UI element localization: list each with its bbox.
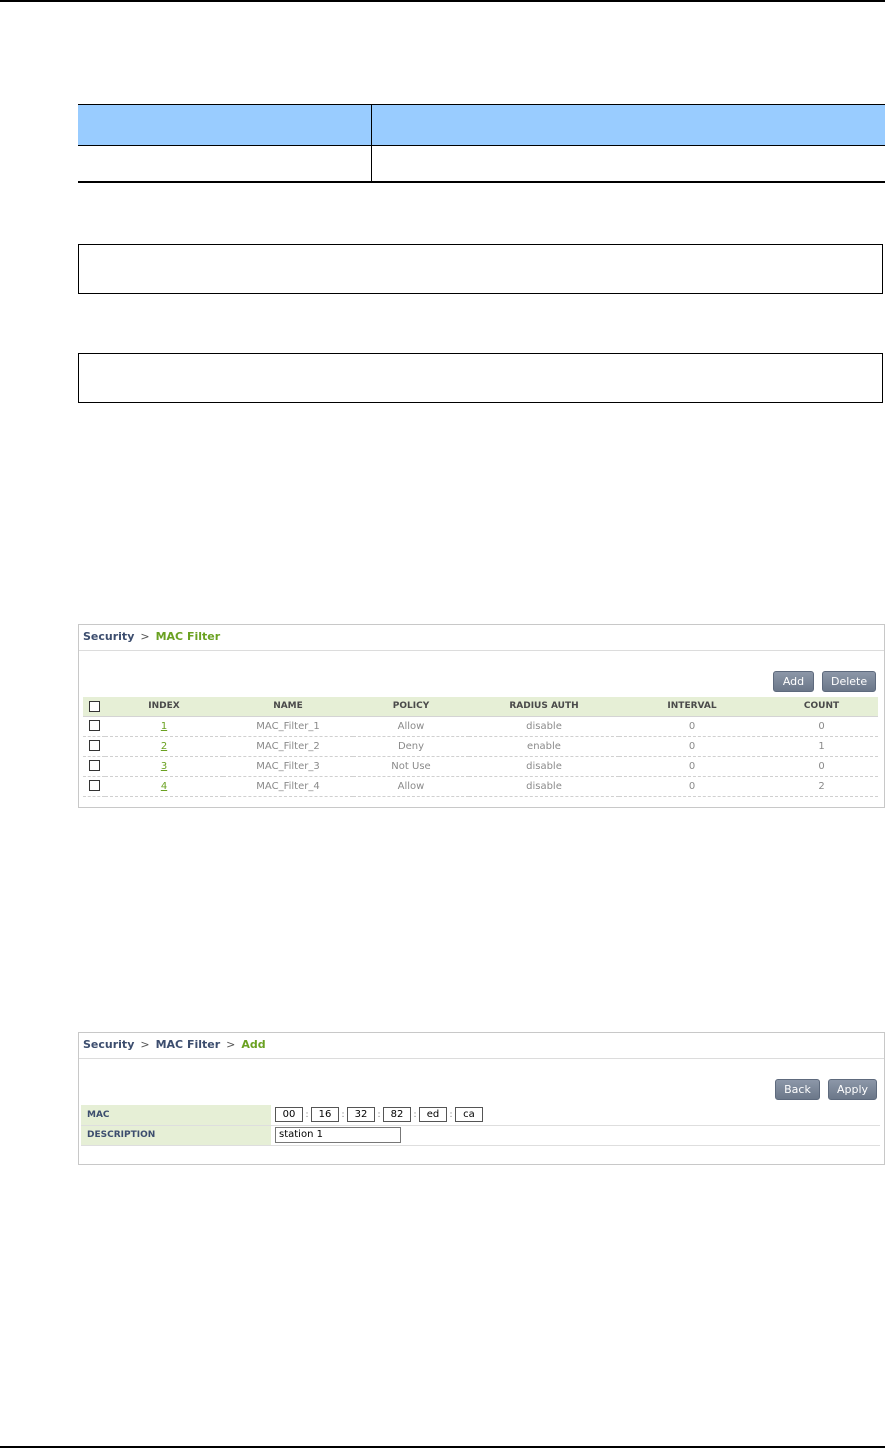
index-link[interactable]: 1 xyxy=(161,721,167,732)
select-all-checkbox[interactable] xyxy=(88,700,100,712)
mac-separator: : xyxy=(413,1109,417,1120)
mac-separator: : xyxy=(341,1109,345,1120)
name-cell: MAC_Filter_3 xyxy=(223,756,353,777)
note-box xyxy=(78,244,883,294)
description-cell: station 1 xyxy=(271,1125,880,1146)
column-header-name: NAME xyxy=(223,697,353,717)
index-link[interactable]: 3 xyxy=(161,761,167,772)
form-row-description: DESCRIPTION station 1 xyxy=(81,1125,880,1146)
breadcrumb-mac-filter[interactable]: MAC Filter xyxy=(156,1038,221,1051)
table-header-row: INDEX NAME POLICY RADIUS AUTH INTERVAL C… xyxy=(83,697,878,717)
document-table-row xyxy=(78,145,885,183)
apply-button[interactable]: Apply xyxy=(828,1079,877,1100)
mac-label: MAC xyxy=(81,1105,271,1126)
index-link[interactable]: 4 xyxy=(161,781,167,792)
bottom-rule xyxy=(0,1446,885,1448)
table-row: 2 MAC_Filter_2 Deny enable 0 1 xyxy=(83,736,878,757)
mac-inputs: 00:16:32:82: ed: ca xyxy=(271,1105,880,1126)
breadcrumb: Security > MAC Filter > Add xyxy=(79,1033,884,1059)
policy-cell: Allow xyxy=(353,776,469,797)
name-cell: MAC_Filter_2 xyxy=(223,736,353,757)
interval-cell: 0 xyxy=(619,756,765,777)
radius-auth-cell: disable xyxy=(469,756,619,777)
mac-separator: : xyxy=(305,1109,309,1120)
row-checkbox[interactable] xyxy=(88,740,100,752)
count-cell: 2 xyxy=(765,776,878,797)
breadcrumb-add: Add xyxy=(241,1038,266,1051)
mac-octet-5-input[interactable]: ed xyxy=(419,1107,447,1123)
interval-cell: 0 xyxy=(619,736,765,757)
document-table xyxy=(78,104,885,183)
mac-octet-4-input[interactable]: 82 xyxy=(383,1107,411,1123)
mac-filter-table: INDEX NAME POLICY RADIUS AUTH INTERVAL C… xyxy=(83,697,878,797)
count-cell: 1 xyxy=(765,736,878,757)
index-cell: 2 xyxy=(105,736,223,757)
table-row: 4 MAC_Filter_4 Allow disable 0 2 xyxy=(83,776,878,797)
radius-auth-cell: disable xyxy=(469,716,619,737)
row-select-cell xyxy=(83,716,105,737)
document-table-header-cell xyxy=(371,104,885,146)
interval-cell: 0 xyxy=(619,776,765,797)
mac-octet-1-input[interactable]: 00 xyxy=(275,1107,303,1123)
toolbar: Add Delete xyxy=(79,651,884,697)
toolbar: Back Apply xyxy=(79,1059,884,1105)
column-header-interval: INTERVAL xyxy=(619,697,765,717)
add-button[interactable]: Add xyxy=(773,671,814,692)
mac-filter-form: MAC 00:16:32:82: ed: ca DESCRIPTION statio… xyxy=(81,1105,880,1146)
description-input[interactable]: station 1 xyxy=(275,1127,401,1143)
mac-separator: : xyxy=(377,1109,381,1120)
breadcrumb-security[interactable]: Security xyxy=(83,1038,134,1051)
back-button[interactable]: Back xyxy=(775,1079,820,1100)
breadcrumb: Security > MAC Filter xyxy=(79,625,884,651)
breadcrumb-separator: > xyxy=(140,630,150,643)
document-table-header-row xyxy=(78,104,885,146)
policy-cell: Deny xyxy=(353,736,469,757)
mac-separator: : xyxy=(449,1109,453,1120)
breadcrumb-security[interactable]: Security xyxy=(83,630,134,643)
breadcrumb-separator: > xyxy=(140,1038,150,1051)
document-table-header-cell xyxy=(78,104,372,146)
index-cell: 4 xyxy=(105,776,223,797)
form-row-mac: MAC 00:16:32:82: ed: ca xyxy=(81,1105,880,1126)
name-cell: MAC_Filter_4 xyxy=(223,776,353,797)
table-row: 3 MAC_Filter_3 Not Use disable 0 0 xyxy=(83,756,878,777)
policy-cell: Allow xyxy=(353,716,469,737)
index-cell: 1 xyxy=(105,716,223,737)
interval-cell: 0 xyxy=(619,716,765,737)
row-checkbox[interactable] xyxy=(88,780,100,792)
column-header-count: COUNT xyxy=(765,697,878,717)
index-link[interactable]: 2 xyxy=(161,741,167,752)
mac-filter-add-panel: Security > MAC Filter > Add Back Apply MAC 0… xyxy=(78,1032,885,1165)
breadcrumb-separator: > xyxy=(226,1038,236,1051)
mac-octet-2-input[interactable]: 16 xyxy=(311,1107,339,1123)
document-table-cell xyxy=(78,145,372,183)
column-header-policy: POLICY xyxy=(353,697,469,717)
select-all-header xyxy=(83,697,105,717)
table-row: 1 MAC_Filter_1 Allow disable 0 0 xyxy=(83,716,878,737)
mac-octet-6-input[interactable]: ca xyxy=(455,1107,483,1123)
top-rule xyxy=(0,0,885,2)
row-select-cell xyxy=(83,736,105,757)
radius-auth-cell: enable xyxy=(469,736,619,757)
note-box xyxy=(78,353,883,403)
column-header-radius-auth: RADIUS AUTH xyxy=(469,697,619,717)
row-select-cell xyxy=(83,776,105,797)
name-cell: MAC_Filter_1 xyxy=(223,716,353,737)
policy-cell: Not Use xyxy=(353,756,469,777)
row-checkbox[interactable] xyxy=(88,720,100,732)
description-label: DESCRIPTION xyxy=(81,1125,271,1146)
row-checkbox[interactable] xyxy=(88,760,100,772)
breadcrumb-mac-filter: MAC Filter xyxy=(155,630,221,643)
index-cell: 3 xyxy=(105,756,223,777)
column-header-index: INDEX xyxy=(105,697,223,717)
document-table-cell xyxy=(371,145,885,183)
row-select-cell xyxy=(83,756,105,777)
mac-filter-list-panel: Security > MAC Filter Add Delete INDEX NAM… xyxy=(78,624,885,808)
radius-auth-cell: disable xyxy=(469,776,619,797)
count-cell: 0 xyxy=(765,716,878,737)
delete-button[interactable]: Delete xyxy=(822,671,876,692)
mac-octet-3-input[interactable]: 32 xyxy=(347,1107,375,1123)
count-cell: 0 xyxy=(765,756,878,777)
